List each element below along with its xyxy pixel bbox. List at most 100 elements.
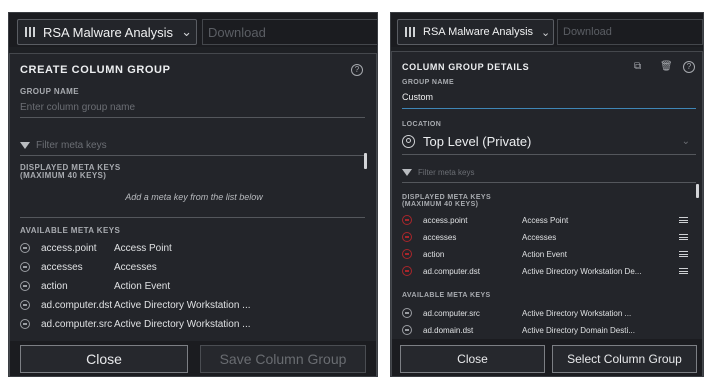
help-icon[interactable]: ?: [683, 61, 695, 73]
add-icon[interactable]: [402, 325, 412, 335]
displayed-key-row[interactable]: action Action Event: [402, 247, 702, 261]
group-name-underline: [402, 108, 696, 109]
meta-key: action: [423, 249, 445, 259]
filter-underline: [402, 182, 696, 183]
available-key-row[interactable]: ad.computer.dst Active Directory Worksta…: [20, 297, 370, 313]
displayed-divider: [20, 217, 365, 218]
create-column-group-dialog: CREATE COLUMN GROUP ? GROUP NAME Enter c…: [9, 53, 377, 376]
dialog-footer: Close Save Column Group: [10, 341, 376, 376]
drag-handle-icon[interactable]: [679, 234, 688, 240]
meta-key: accesses: [41, 261, 83, 273]
meta-key-name: Action Event: [114, 280, 171, 292]
add-icon[interactable]: [20, 281, 30, 291]
available-meta-keys-label: AVAILABLE META KEYS: [402, 292, 491, 299]
toolbar: RSA Malware Analysis ⌄ Download: [391, 13, 703, 47]
group-name-label: GROUP NAME: [402, 79, 455, 86]
location-underline: [402, 154, 696, 155]
delete-icon[interactable]: 🗑: [660, 61, 673, 72]
available-key-row[interactable]: ad.domain.dst Active Directory Domain De…: [402, 323, 702, 337]
download-field[interactable]: Download: [557, 19, 703, 45]
meta-key: ad.computer.dst: [41, 299, 113, 311]
dialog-title: CREATE COLUMN GROUP: [20, 64, 171, 76]
toolbar: RSA Malware Analysis ⌄ Download: [9, 13, 377, 47]
filter-meta-keys-input[interactable]: Filter meta keys: [20, 140, 107, 151]
empty-displayed-message: Add a meta key from the list below: [125, 192, 263, 202]
meta-key: ad.domain.dst: [423, 325, 474, 335]
remove-icon[interactable]: [402, 232, 412, 242]
group-name-input[interactable]: Enter column group name: [20, 102, 135, 113]
close-button[interactable]: Close: [20, 345, 188, 373]
displayed-label-line2: (MAXIMUM 40 KEYS): [402, 201, 479, 208]
help-icon[interactable]: ?: [351, 64, 363, 76]
filter-underline: [20, 155, 365, 156]
available-key-row[interactable]: access.point Access Point: [20, 240, 370, 256]
available-key-row[interactable]: action Action Event: [20, 278, 370, 294]
meta-key-name: Active Directory Workstation ...: [114, 318, 251, 330]
column-group-dropdown[interactable]: RSA Malware Analysis ⌄: [397, 19, 554, 45]
meta-key: ad.computer.dst: [423, 266, 480, 276]
group-name-underline: [20, 117, 365, 118]
meta-key: accesses: [423, 232, 457, 242]
column-group-details-dialog: COLUMN GROUP DETAILS ⧉ 🗑 ? GROUP NAME Cu…: [391, 51, 703, 376]
dialog-footer: Close Select Column Group: [392, 339, 702, 376]
location-icon: [402, 134, 415, 148]
meta-key-name: Accesses: [522, 232, 557, 242]
filter-icon: [402, 169, 412, 177]
meta-key-name: Access Point: [522, 215, 569, 225]
meta-key: action: [41, 280, 68, 292]
chevron-down-icon: ⌄: [181, 24, 192, 39]
column-group-grid-icon: [405, 27, 415, 37]
displayed-key-row[interactable]: ad.computer.dst Active Directory Worksta…: [402, 264, 702, 278]
location-value: Top Level (Private): [423, 133, 532, 149]
add-icon[interactable]: [20, 262, 30, 272]
displayed-scrollbar[interactable]: [696, 184, 699, 198]
meta-key-name: Active Directory Workstation ...: [522, 308, 632, 318]
meta-key-name: Active Directory Workstation ...: [114, 299, 251, 311]
column-group-dropdown[interactable]: RSA Malware Analysis ⌄: [17, 19, 197, 45]
column-group-grid-icon: [25, 27, 35, 37]
meta-key: ad.computer.src: [41, 318, 113, 330]
close-button[interactable]: Close: [400, 345, 545, 373]
remove-icon[interactable]: [402, 249, 412, 259]
duplicate-icon[interactable]: ⧉: [634, 61, 641, 72]
add-icon[interactable]: [402, 308, 412, 318]
displayed-key-row[interactable]: accesses Accesses: [402, 230, 702, 244]
displayed-scrollbar[interactable]: [364, 153, 367, 169]
add-icon[interactable]: [20, 243, 30, 253]
meta-key-name: Action Event: [522, 249, 567, 259]
group-name-input[interactable]: Custom: [402, 92, 433, 102]
column-group-dropdown-label: RSA Malware Analysis: [43, 24, 174, 40]
add-icon[interactable]: [20, 300, 30, 310]
meta-key-name: Active Directory Workstation De...: [522, 266, 642, 276]
displayed-key-row[interactable]: access.point Access Point: [402, 213, 702, 227]
displayed-label-line1: DISPLAYED META KEYS: [402, 194, 492, 201]
download-field[interactable]: Download: [202, 19, 377, 45]
filter-placeholder: Filter meta keys: [36, 140, 107, 151]
available-key-row[interactable]: ad.computer.src Active Directory Worksta…: [20, 316, 370, 332]
meta-key: access.point: [423, 215, 468, 225]
drag-handle-icon[interactable]: [679, 217, 688, 223]
available-key-row[interactable]: accesses Accesses: [20, 259, 370, 275]
create-column-group-panel: RSA Malware Analysis ⌄ Download CREATE C…: [8, 12, 378, 377]
chevron-down-icon: ⌄: [541, 26, 551, 39]
displayed-meta-keys-label: DISPLAYED META KEYS (MAXIMUM 40 KEYS): [402, 194, 491, 208]
column-group-details-panel: RSA Malware Analysis ⌄ Download COLUMN G…: [390, 12, 704, 377]
location-label: LOCATION: [402, 121, 442, 128]
drag-handle-icon[interactable]: [679, 251, 688, 257]
group-name-label: GROUP NAME: [20, 87, 79, 96]
filter-meta-keys-input[interactable]: Filter meta keys: [402, 168, 474, 177]
column-group-dropdown-label: RSA Malware Analysis: [423, 26, 534, 38]
available-meta-keys-label: AVAILABLE META KEYS: [20, 226, 121, 235]
meta-key: access.point: [41, 242, 97, 254]
available-key-row[interactable]: ad.computer.src Active Directory Worksta…: [402, 306, 702, 320]
chevron-down-icon: ⌄: [681, 135, 690, 147]
remove-icon[interactable]: [402, 266, 412, 276]
location-select[interactable]: Top Level (Private) ⌄: [402, 132, 696, 150]
displayed-label-line2: (MAXIMUM 40 KEYS): [20, 171, 107, 180]
remove-icon[interactable]: [402, 215, 412, 225]
add-icon[interactable]: [20, 319, 30, 329]
drag-handle-icon[interactable]: [679, 268, 688, 274]
save-column-group-button[interactable]: Save Column Group: [200, 345, 366, 373]
meta-key-name: Access Point: [114, 242, 172, 254]
select-column-group-button[interactable]: Select Column Group: [552, 345, 697, 373]
